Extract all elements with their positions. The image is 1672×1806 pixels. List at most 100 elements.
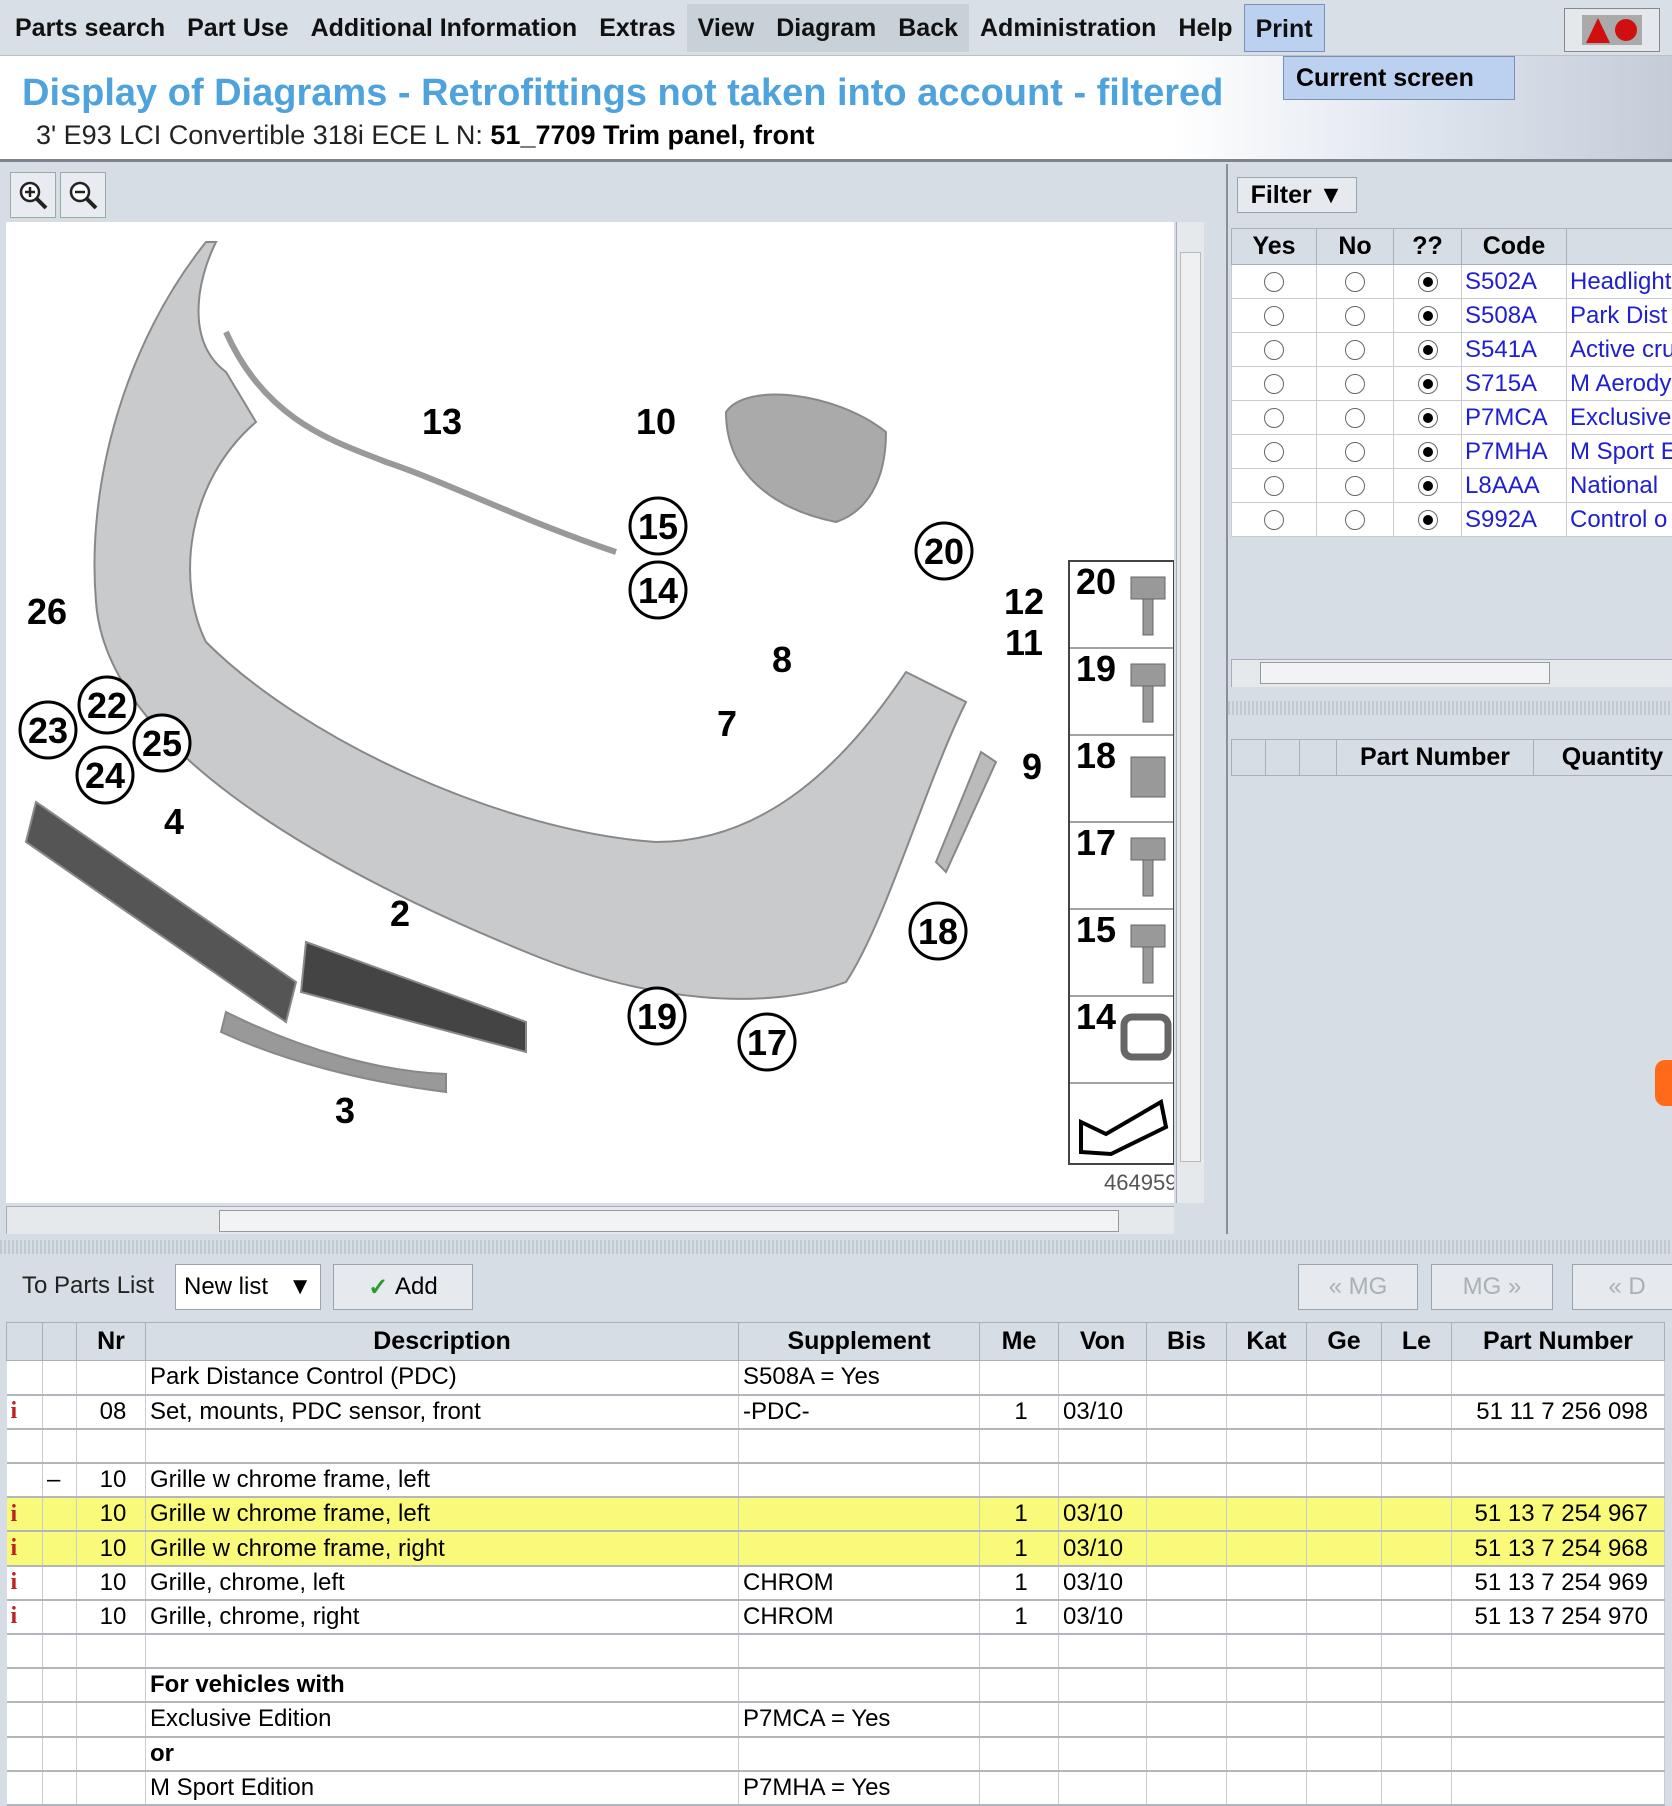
next-mg-button[interactable]: MG » [1431, 1264, 1553, 1310]
parts-list-header-4[interactable]: Quantity [1534, 740, 1672, 776]
table-row[interactable]: i10Grille w chrome frame, left103/1051 1… [7, 1497, 1665, 1531]
parts-list-header-3[interactable]: Part Number [1337, 740, 1534, 776]
filter-desc[interactable]: M Sport E [1567, 435, 1672, 469]
info-icon[interactable] [7, 1771, 43, 1805]
info-icon[interactable]: i [7, 1497, 43, 1531]
filter-desc[interactable]: Control o [1567, 503, 1672, 537]
callout-18[interactable]: 18 [918, 911, 958, 952]
print-current-screen-item[interactable]: Current screen [1283, 56, 1515, 100]
strip-14[interactable]: 14 [1076, 996, 1116, 1037]
collapse-icon[interactable] [43, 1497, 77, 1531]
menu-additional-information[interactable]: Additional Information [300, 4, 589, 52]
radio-no[interactable] [1345, 272, 1365, 292]
info-icon[interactable] [7, 1737, 43, 1771]
filter-code[interactable]: P7MHA [1462, 435, 1567, 469]
radio-yes[interactable] [1264, 408, 1284, 428]
table-row[interactable]: M Sport EditionP7MHA = Yes [7, 1771, 1665, 1805]
strip-20[interactable]: 20 [1076, 561, 1116, 602]
callout-13[interactable]: 13 [422, 401, 462, 442]
parts-list-header-1[interactable] [1266, 740, 1300, 776]
parts-list-header-0[interactable] [1232, 740, 1266, 776]
info-icon[interactable]: i [7, 1531, 43, 1565]
filter-code[interactable]: S508A [1462, 299, 1567, 333]
collapse-icon[interactable] [43, 1771, 77, 1805]
callout-11[interactable]: 11 [1005, 622, 1043, 663]
radio-yes[interactable] [1264, 510, 1284, 530]
filter-desc[interactable]: Headlight [1567, 265, 1672, 299]
parts-header-1[interactable] [43, 1323, 77, 1361]
parts-header-6[interactable]: Von [1059, 1323, 1147, 1361]
radio-unknown[interactable] [1418, 442, 1438, 462]
parts-header-7[interactable]: Bis [1147, 1323, 1227, 1361]
menu-print[interactable]: Print [1244, 4, 1325, 52]
radio-yes[interactable] [1264, 442, 1284, 462]
collapse-icon[interactable] [43, 1668, 77, 1702]
filter-header-1[interactable]: No [1317, 229, 1394, 265]
collapse-icon[interactable] [43, 1600, 77, 1634]
filter-header-0[interactable]: Yes [1232, 229, 1317, 265]
menu-help[interactable]: Help [1167, 4, 1243, 52]
radio-yes[interactable] [1264, 272, 1284, 292]
parts-header-0[interactable] [7, 1323, 43, 1361]
radio-no[interactable] [1345, 374, 1365, 394]
zoom-out-button[interactable] [60, 172, 106, 218]
callout-17[interactable]: 17 [747, 1022, 787, 1063]
callout-4[interactable]: 4 [164, 801, 184, 842]
collapse-icon[interactable] [43, 1531, 77, 1565]
info-icon[interactable]: i [7, 1600, 43, 1634]
callout-19[interactable]: 19 [637, 996, 677, 1037]
menu-back[interactable]: Back [887, 4, 969, 52]
info-icon[interactable] [7, 1702, 43, 1736]
radio-no[interactable] [1345, 476, 1365, 496]
table-row[interactable]: For vehicles with [7, 1668, 1665, 1702]
parts-header-11[interactable]: Part Number [1452, 1323, 1665, 1361]
collapse-icon[interactable] [43, 1737, 77, 1771]
filter-desc[interactable]: Park Dist [1567, 299, 1672, 333]
collapse-icon[interactable] [43, 1634, 77, 1668]
callout-23[interactable]: 23 [28, 710, 68, 751]
diagram-image[interactable]: 13 10 15 14 20 12 11 8 7 9 26 22 23 25 2… [6, 222, 1174, 1203]
radio-unknown[interactable] [1418, 340, 1438, 360]
info-icon[interactable] [7, 1463, 43, 1497]
collapse-icon[interactable]: – [43, 1463, 77, 1497]
info-icon[interactable]: i [7, 1566, 43, 1600]
prev-d-button[interactable]: « D [1572, 1264, 1672, 1310]
filter-header-3[interactable]: Code [1462, 229, 1567, 265]
prev-mg-button[interactable]: « MG [1298, 1264, 1418, 1310]
menu-part-use[interactable]: Part Use [176, 4, 299, 52]
radio-yes[interactable] [1264, 306, 1284, 326]
filter-horizontal-scrollbar[interactable] [1231, 659, 1672, 687]
callout-22[interactable]: 22 [87, 685, 127, 726]
info-icon[interactable] [7, 1668, 43, 1702]
callout-7[interactable]: 7 [717, 703, 737, 744]
radio-unknown[interactable] [1418, 476, 1438, 496]
table-row[interactable]: i08Set, mounts, PDC sensor, front-PDC-10… [7, 1395, 1665, 1429]
radio-no[interactable] [1345, 442, 1365, 462]
table-row[interactable]: i10Grille w chrome frame, right103/1051 … [7, 1531, 1665, 1565]
radio-unknown[interactable] [1418, 510, 1438, 530]
filter-desc[interactable]: Active cru [1567, 333, 1672, 367]
bottom-splitter[interactable] [0, 1240, 1672, 1254]
filter-button[interactable]: Filter ▼ [1237, 177, 1357, 213]
menu-view[interactable]: View [687, 4, 766, 52]
info-icon[interactable] [7, 1361, 43, 1395]
callout-3[interactable]: 3 [335, 1090, 355, 1131]
filter-code[interactable]: L8AAA [1462, 469, 1567, 503]
menu-diagram[interactable]: Diagram [765, 4, 887, 52]
callout-25[interactable]: 25 [142, 723, 182, 764]
filter-header-4[interactable] [1567, 229, 1672, 265]
parts-header-8[interactable]: Kat [1227, 1323, 1307, 1361]
radio-yes[interactable] [1264, 476, 1284, 496]
panel-splitter[interactable] [1228, 701, 1672, 715]
parts-header-9[interactable]: Ge [1307, 1323, 1382, 1361]
parts-header-3[interactable]: Description [146, 1323, 739, 1361]
parts-header-10[interactable]: Le [1382, 1323, 1452, 1361]
add-button[interactable]: ✓ Add [333, 1264, 473, 1310]
radio-unknown[interactable] [1418, 306, 1438, 326]
strip-19[interactable]: 19 [1076, 648, 1116, 689]
strip-15[interactable]: 15 [1076, 909, 1116, 950]
diagram-horizontal-scrollbar[interactable] [6, 1206, 1174, 1234]
parts-header-2[interactable]: Nr [77, 1323, 146, 1361]
filter-code[interactable]: S715A [1462, 367, 1567, 401]
table-row[interactable]: Park Distance Control (PDC)S508A = Yes [7, 1361, 1665, 1395]
